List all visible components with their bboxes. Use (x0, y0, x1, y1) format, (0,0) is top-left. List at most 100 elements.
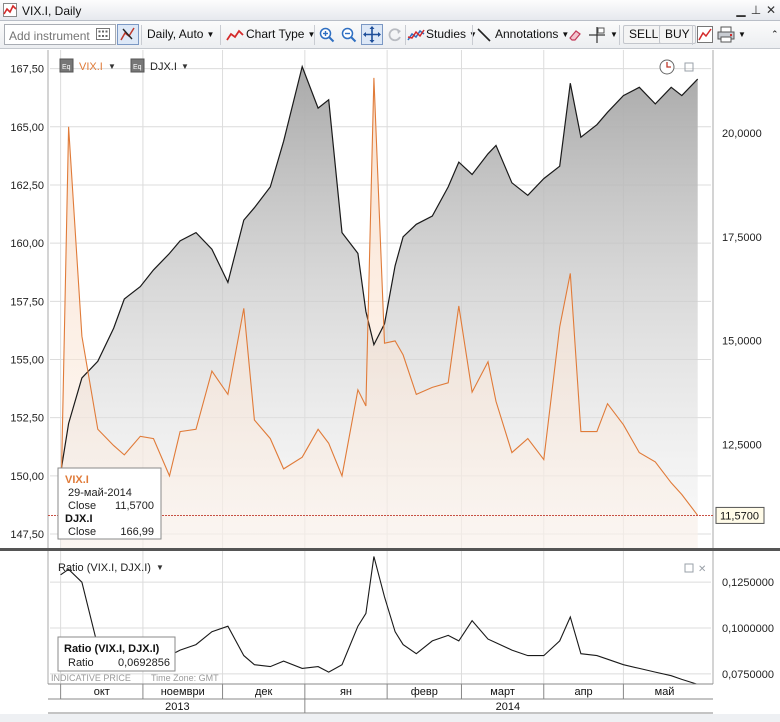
scale-label: Auto (178, 27, 204, 41)
chart-app-icon (3, 3, 17, 17)
right-axis-tick-label: 15,0000 (722, 336, 762, 348)
period-selector[interactable]: Daily, Auto ▼ (147, 24, 214, 45)
ratio-tooltip-title: Ratio (VIX.I, DJX.I) (64, 643, 160, 655)
toolbar-separator (314, 25, 315, 45)
tooltip-djx-close-value: 166,99 (120, 526, 154, 538)
studies-menu[interactable]: Studies▼ (426, 24, 477, 45)
close-panel-icon[interactable]: ✕ (698, 564, 706, 575)
panel-divider[interactable] (0, 548, 780, 551)
pan-icon[interactable] (361, 24, 383, 45)
pin-icon[interactable]: ⊥ (748, 2, 764, 18)
chart-type-label: Chart Type (246, 27, 305, 41)
data-tooltip: VIX.I 29-май-2014 Close 11,5700 DJX.I Cl… (57, 467, 162, 540)
right-axis-tick-label: 20,0000 (722, 128, 762, 140)
chevron-down-icon: ▼ (738, 30, 746, 39)
crosshair-icon[interactable] (588, 26, 606, 44)
toolbar-overflow-icon[interactable]: ⌃ (771, 24, 779, 45)
studies-label: Studies (426, 27, 467, 41)
crosshair-dropdown[interactable]: ▼ (607, 24, 618, 45)
instrument-icon-glyph: Eq (62, 64, 71, 71)
zoom-out-icon[interactable] (341, 27, 357, 43)
annotations-menu[interactable]: Annotations ▼ (495, 24, 569, 45)
title-bar: VIX.I, Daily ▁ ⊥ ✕ (0, 0, 780, 21)
price-marker: 11,5700 (715, 506, 765, 524)
clock-icon[interactable] (659, 59, 675, 75)
toolbar-separator (141, 25, 142, 45)
month-label: апр (574, 686, 592, 698)
left-axis-tick-label: 150,00 (10, 471, 44, 483)
year-label: 2014 (496, 701, 520, 713)
print-icon[interactable] (717, 26, 735, 43)
lower-axis-tick-label: 0,1000000 (722, 623, 774, 635)
left-axis-tick-label: 155,00 (10, 355, 44, 367)
chart-toolbar: Daily, Auto▼ Chart Type▼ Studies▼ Annota… (0, 21, 780, 49)
ratio-tooltip-value: 0,0692856 (118, 657, 170, 669)
chevron-down-icon[interactable]: ▼ (156, 563, 164, 572)
chart-area[interactable]: 147,50 150,00 152,50 155,00 157,50 160,00 162,… (0, 50, 780, 722)
toolbar-separator (692, 25, 693, 45)
price-marker-label: 11,5700 (720, 510, 759, 522)
chevron-down-icon: ▼ (610, 30, 618, 39)
toolbar-separator (405, 25, 406, 45)
right-axis-tick-label: 17,5000 (722, 232, 762, 244)
annotations-label: Annotations (495, 27, 559, 41)
minimize-icon[interactable]: ▁ (733, 2, 749, 18)
month-label: май (655, 686, 675, 698)
left-axis-tick-label: 157,50 (10, 296, 44, 308)
period-label: Daily, (147, 27, 177, 41)
left-axis-tick-label: 167,50 (10, 64, 44, 76)
right-axis-tick-label: 12,5000 (722, 439, 762, 451)
tooltip-date: 29-май-2014 (68, 487, 132, 499)
toolbar-separator (619, 25, 620, 45)
chart-type-icon[interactable] (226, 29, 244, 41)
month-label: февр (411, 686, 438, 698)
eraser-icon[interactable] (567, 27, 583, 43)
chevron-down-icon[interactable]: ▼ (108, 62, 116, 71)
window-title: VIX.I, Daily (22, 4, 82, 18)
line-tool-icon[interactable] (476, 27, 492, 43)
ratio-tooltip-label: Ratio (68, 657, 94, 669)
left-axis-tick-label: 162,50 (10, 180, 44, 192)
keypad-icon[interactable] (96, 28, 110, 40)
tooltip-djx-close-label: Close (68, 526, 96, 538)
status-strip (0, 714, 780, 722)
month-label: март (490, 686, 515, 698)
toolbar-separator (220, 25, 221, 45)
month-label: дек (255, 686, 273, 698)
instrument-icon-glyph: Eq (133, 64, 142, 71)
ratio-panel-title: Ratio (VIX.I, DJX.I) (58, 562, 151, 574)
print-dropdown[interactable]: ▼ (735, 24, 746, 45)
tooltip-vix-title: VIX.I (65, 474, 89, 486)
left-axis-tick-label: 147,50 (10, 529, 44, 541)
reset-icon[interactable] (387, 27, 403, 43)
draw-tool-icon[interactable] (117, 24, 139, 45)
chart-window-icon[interactable] (697, 26, 713, 43)
legend-vix-label: VIX.I (79, 61, 103, 73)
month-label: ян (340, 686, 352, 698)
timezone-label: Time Zone: GMT (151, 673, 219, 683)
month-label: ноември (161, 686, 205, 698)
left-axis-tick-label: 165,00 (10, 122, 44, 134)
legend-djx-label: DJX.I (150, 61, 177, 73)
tooltip-vix-close-value: 11,5700 (115, 500, 154, 512)
toolbar-separator (472, 25, 473, 45)
month-label: окт (94, 686, 110, 698)
left-axis-tick-label: 160,00 (10, 238, 44, 250)
left-axis-tick-label: 152,50 (10, 413, 44, 425)
legend-vix[interactable]: Eq VIX.I ▼ (59, 58, 116, 73)
zoom-in-icon[interactable] (319, 27, 335, 43)
lower-axis-tick-label: 0,1250000 (722, 577, 774, 589)
chevron-down-icon[interactable]: ▼ (181, 62, 189, 71)
buy-button[interactable]: BUY (659, 25, 696, 44)
indicative-price-label: INDICATIVE PRICE (51, 673, 131, 683)
legend-djx[interactable]: Eq DJX.I ▼ (130, 58, 189, 73)
year-label: 2013 (165, 701, 189, 713)
chart-type-menu[interactable]: Chart Type ▼ (246, 24, 315, 45)
studies-icon[interactable] (407, 28, 425, 42)
chevron-down-icon: ▼ (206, 30, 215, 39)
ratio-tooltip: Ratio (VIX.I, DJX.I) Ratio 0,0692856 (57, 636, 176, 672)
tooltip-vix-close-label: Close (68, 500, 96, 512)
tooltip-djx-title: DJX.I (65, 513, 93, 525)
lower-axis-tick-label: 0,0750000 (722, 669, 774, 681)
close-icon[interactable]: ✕ (763, 2, 779, 18)
